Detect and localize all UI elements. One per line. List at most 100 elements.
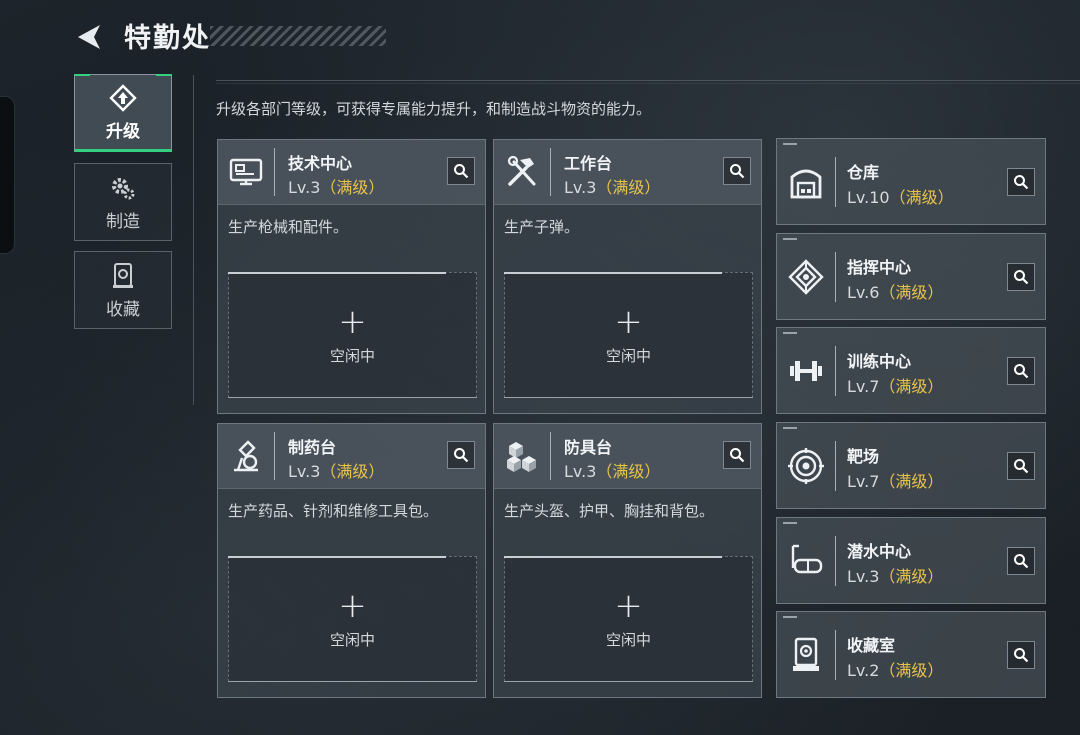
- card-command-center[interactable]: 指挥中心 Lv.6（满级）: [776, 233, 1046, 320]
- target-icon: [788, 448, 824, 484]
- production-slot[interactable]: + 空闲中: [504, 556, 753, 682]
- card-level: Lv.2（满级）: [847, 657, 943, 681]
- production-slot[interactable]: + 空闲中: [228, 272, 477, 398]
- card-description: 生产子弹。: [504, 218, 580, 236]
- production-slot[interactable]: + 空闲中: [228, 556, 477, 682]
- inspect-button[interactable]: [1007, 168, 1035, 196]
- nav-label-craft: 制造: [106, 211, 140, 232]
- card-separator: [835, 252, 836, 302]
- slot-status: 空闲中: [329, 346, 375, 365]
- card-title: 训练中心: [847, 352, 912, 371]
- inspect-button[interactable]: [723, 441, 751, 469]
- gears-icon: [112, 177, 135, 199]
- card-header: 制药台 Lv.3（满级）: [218, 424, 485, 489]
- max-level-badge: （满级）: [879, 377, 944, 396]
- level-value: Lv.2: [847, 661, 880, 680]
- slot-status: 空闲中: [605, 630, 651, 649]
- card-level: Lv.3（满级）: [564, 174, 660, 198]
- card-level: Lv.7（满级）: [847, 373, 943, 397]
- card-separator: [835, 346, 836, 396]
- card-title: 制药台: [288, 438, 337, 457]
- add-icon: +: [338, 585, 367, 626]
- diving-mask-icon: [791, 544, 823, 574]
- max-level-badge: （满级）: [320, 178, 385, 197]
- inspect-button[interactable]: [1007, 641, 1035, 669]
- card-title: 防具台: [564, 438, 613, 457]
- inspect-button[interactable]: [1007, 357, 1035, 385]
- warehouse-icon: [790, 169, 822, 199]
- command-icon: [788, 259, 824, 295]
- inspect-button[interactable]: [447, 441, 475, 469]
- boxes-icon: [507, 442, 536, 472]
- card-diving-center[interactable]: 潜水中心 Lv.3（满级）: [776, 517, 1046, 604]
- card-title: 收藏室: [847, 636, 896, 655]
- nav-item-upgrade[interactable]: 升级: [74, 74, 172, 152]
- card-header: 技术中心 Lv.3（满级）: [218, 140, 485, 205]
- collection-icon: [113, 262, 133, 288]
- card-shooting-range[interactable]: 靶场 Lv.7（满级）: [776, 422, 1046, 509]
- inspect-button[interactable]: [1007, 263, 1035, 291]
- level-value: Lv.3: [288, 462, 321, 481]
- search-icon: [730, 164, 745, 179]
- search-icon: [454, 448, 469, 463]
- card-separator: [835, 441, 836, 491]
- card-workbench[interactable]: 工作台 Lv.3（满级） 生产子弹。 + 空闲中: [493, 139, 762, 414]
- max-level-badge: （满级）: [879, 283, 944, 302]
- frame-top-line-2: [216, 83, 1080, 84]
- search-icon: [1014, 648, 1029, 663]
- card-description: 生产头盔、护甲、胸挂和背包。: [504, 502, 715, 520]
- search-icon: [1014, 175, 1029, 190]
- card-level: Lv.3（满级）: [564, 458, 660, 482]
- search-icon: [730, 448, 745, 463]
- edge-handle[interactable]: [0, 96, 15, 254]
- nav-label-upgrade: 升级: [106, 121, 140, 142]
- nav-label-collection: 收藏: [106, 299, 140, 320]
- back-button[interactable]: [72, 20, 106, 54]
- inspect-button[interactable]: [447, 157, 475, 185]
- search-icon: [1014, 364, 1029, 379]
- inspect-button[interactable]: [1007, 547, 1035, 575]
- card-armor-bench[interactable]: 防具台 Lv.3（满级） 生产头盔、护甲、胸挂和背包。 + 空闲中: [493, 423, 762, 698]
- title-decoration: [210, 26, 386, 46]
- production-slot[interactable]: + 空闲中: [504, 272, 753, 398]
- page-description: 升级各部门等级，可获得专属能力提升，和制造战斗物资的能力。: [216, 100, 652, 118]
- card-title: 技术中心: [288, 154, 353, 173]
- search-icon: [1014, 459, 1029, 474]
- card-header: 防具台 Lv.3（满级）: [494, 424, 761, 489]
- max-level-badge: （满级）: [596, 462, 661, 481]
- card-warehouse[interactable]: 仓库 Lv.10（满级）: [776, 138, 1046, 225]
- card-training-center[interactable]: 训练中心 Lv.7（满级）: [776, 327, 1046, 414]
- level-value: Lv.7: [847, 377, 880, 396]
- add-icon: +: [614, 301, 643, 342]
- card-collection-room[interactable]: 收藏室 Lv.2（满级）: [776, 611, 1046, 698]
- card-title: 潜水中心: [847, 542, 912, 561]
- level-value: Lv.6: [847, 283, 880, 302]
- card-separator: [274, 148, 275, 196]
- card-separator: [835, 157, 836, 207]
- page-title: 特勤处: [124, 23, 211, 54]
- add-icon: +: [614, 585, 643, 626]
- nav-item-craft[interactable]: 制造: [74, 163, 172, 241]
- card-level: Lv.7（满级）: [847, 468, 943, 492]
- card-title: 仓库: [847, 163, 880, 182]
- level-value: Lv.3: [564, 178, 597, 197]
- card-title: 靶场: [847, 447, 880, 466]
- level-value: Lv.3: [288, 178, 321, 197]
- back-arrow-icon: [78, 25, 100, 49]
- max-level-badge: （满级）: [879, 661, 944, 680]
- nav-item-collection[interactable]: 收藏: [74, 251, 172, 329]
- card-tech-center[interactable]: 技术中心 Lv.3（满级） 生产枪械和配件。 + 空闲中: [217, 139, 486, 414]
- level-value: Lv.7: [847, 472, 880, 491]
- card-description: 生产枪械和配件。: [228, 218, 349, 236]
- microscope-icon: [234, 440, 258, 472]
- inspect-button[interactable]: [1007, 452, 1035, 480]
- tools-icon: [507, 155, 536, 186]
- max-level-badge: （满级）: [596, 178, 661, 197]
- frame-top-line: [216, 80, 1080, 81]
- inspect-button[interactable]: [723, 157, 751, 185]
- search-icon: [454, 164, 469, 179]
- max-level-badge: （满级）: [889, 188, 954, 207]
- card-pharmacy[interactable]: 制药台 Lv.3（满级） 生产药品、针剂和维修工具包。 + 空闲中: [217, 423, 486, 698]
- card-title: 工作台: [564, 154, 613, 173]
- card-separator: [550, 432, 551, 480]
